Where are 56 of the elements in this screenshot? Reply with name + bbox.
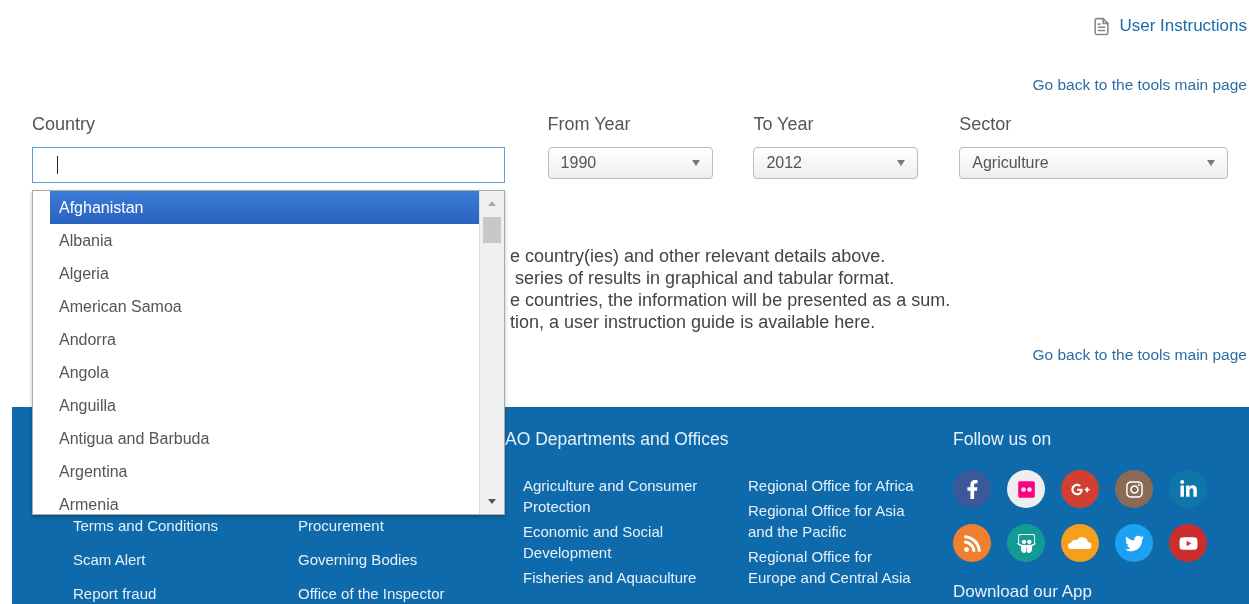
scrollbar[interactable] (479, 191, 504, 514)
user-instructions-link[interactable]: User Instructions (1119, 16, 1247, 36)
twitter-icon[interactable] (1115, 524, 1153, 562)
footer-link[interactable]: Report fraud (73, 583, 293, 604)
country-option[interactable]: Albania (50, 224, 479, 257)
field-label: From Year (547, 114, 632, 135)
footer-link[interactable]: Procurement (298, 515, 518, 536)
intro-text: e countries, the information will be presented as a sum. (510, 289, 952, 311)
footer-link[interactable]: Governing Bodies (298, 549, 518, 570)
slideshare-icon[interactable] (1007, 524, 1045, 562)
footer-link[interactable]: Regional Office for Europe and Central Asia (748, 546, 920, 588)
country-option[interactable]: Anguilla (50, 389, 479, 422)
rss-icon[interactable] (953, 524, 991, 562)
select-dropdown[interactable]: Agriculture (959, 147, 1229, 179)
footer-link[interactable]: Economic and Social Development (523, 521, 723, 563)
footer-heading: AO Departments and Offices (505, 429, 729, 450)
country-option[interactable]: Argentina (50, 455, 479, 488)
field-label: To Year (753, 114, 815, 135)
field-label: Sector (959, 114, 1013, 135)
footer-heading: Follow us on (953, 429, 1052, 450)
text-cursor (57, 156, 58, 174)
select-dropdown[interactable]: 2012 (753, 147, 919, 179)
country-input[interactable] (32, 147, 505, 183)
back-link[interactable]: Go back to the tools main page (1032, 76, 1247, 94)
intro-text: e country(ies) and other relevant details above. (510, 245, 887, 267)
intro-text: series of results in graphical and tabular format. (514, 267, 896, 289)
back-link[interactable]: Go back to the tools main page (1032, 346, 1247, 364)
facebook-icon[interactable] (953, 470, 991, 508)
footer-link[interactable]: Agriculture and Consumer Protection (523, 475, 723, 517)
country-option[interactable]: Andorra (50, 323, 479, 356)
country-option[interactable]: Afghanistan (50, 191, 479, 224)
footer-link[interactable]: Fisheries and Aquaculture (523, 567, 723, 588)
youtube-icon[interactable] (1169, 524, 1207, 562)
footer-link[interactable]: Office of the Inspector (298, 583, 518, 604)
footer-link[interactable]: Scam Alert (73, 549, 293, 570)
flickr-icon[interactable] (1007, 470, 1045, 508)
document-icon (1092, 16, 1112, 36)
footer-link[interactable]: Regional Office for Africa (748, 475, 920, 496)
country-option[interactable]: Antigua and Barbuda (50, 422, 479, 455)
footer-link[interactable]: Terms and Conditions (73, 515, 293, 536)
footer-link[interactable]: Regional Office for Asia and the Pacific (748, 500, 920, 542)
country-option[interactable]: Algeria (50, 257, 479, 290)
select-dropdown[interactable]: 1990 (547, 147, 713, 179)
country-option[interactable]: American Samoa (50, 290, 479, 323)
caret-icon (691, 160, 700, 166)
field-label: Country (32, 114, 97, 135)
country-option[interactable]: Armenia (50, 488, 479, 514)
instagram-icon[interactable] (1115, 470, 1153, 508)
caret-icon (1207, 160, 1216, 166)
footer-heading: Download our App (953, 581, 1093, 602)
intro-text: tion, a user instruction guide is available here. (510, 311, 877, 333)
caret-icon (897, 160, 906, 166)
country-option[interactable]: Angola (50, 356, 479, 389)
cloud-icon[interactable] (1061, 524, 1099, 562)
google-plus-icon[interactable] (1061, 470, 1099, 508)
linkedin-icon[interactable] (1169, 470, 1207, 508)
